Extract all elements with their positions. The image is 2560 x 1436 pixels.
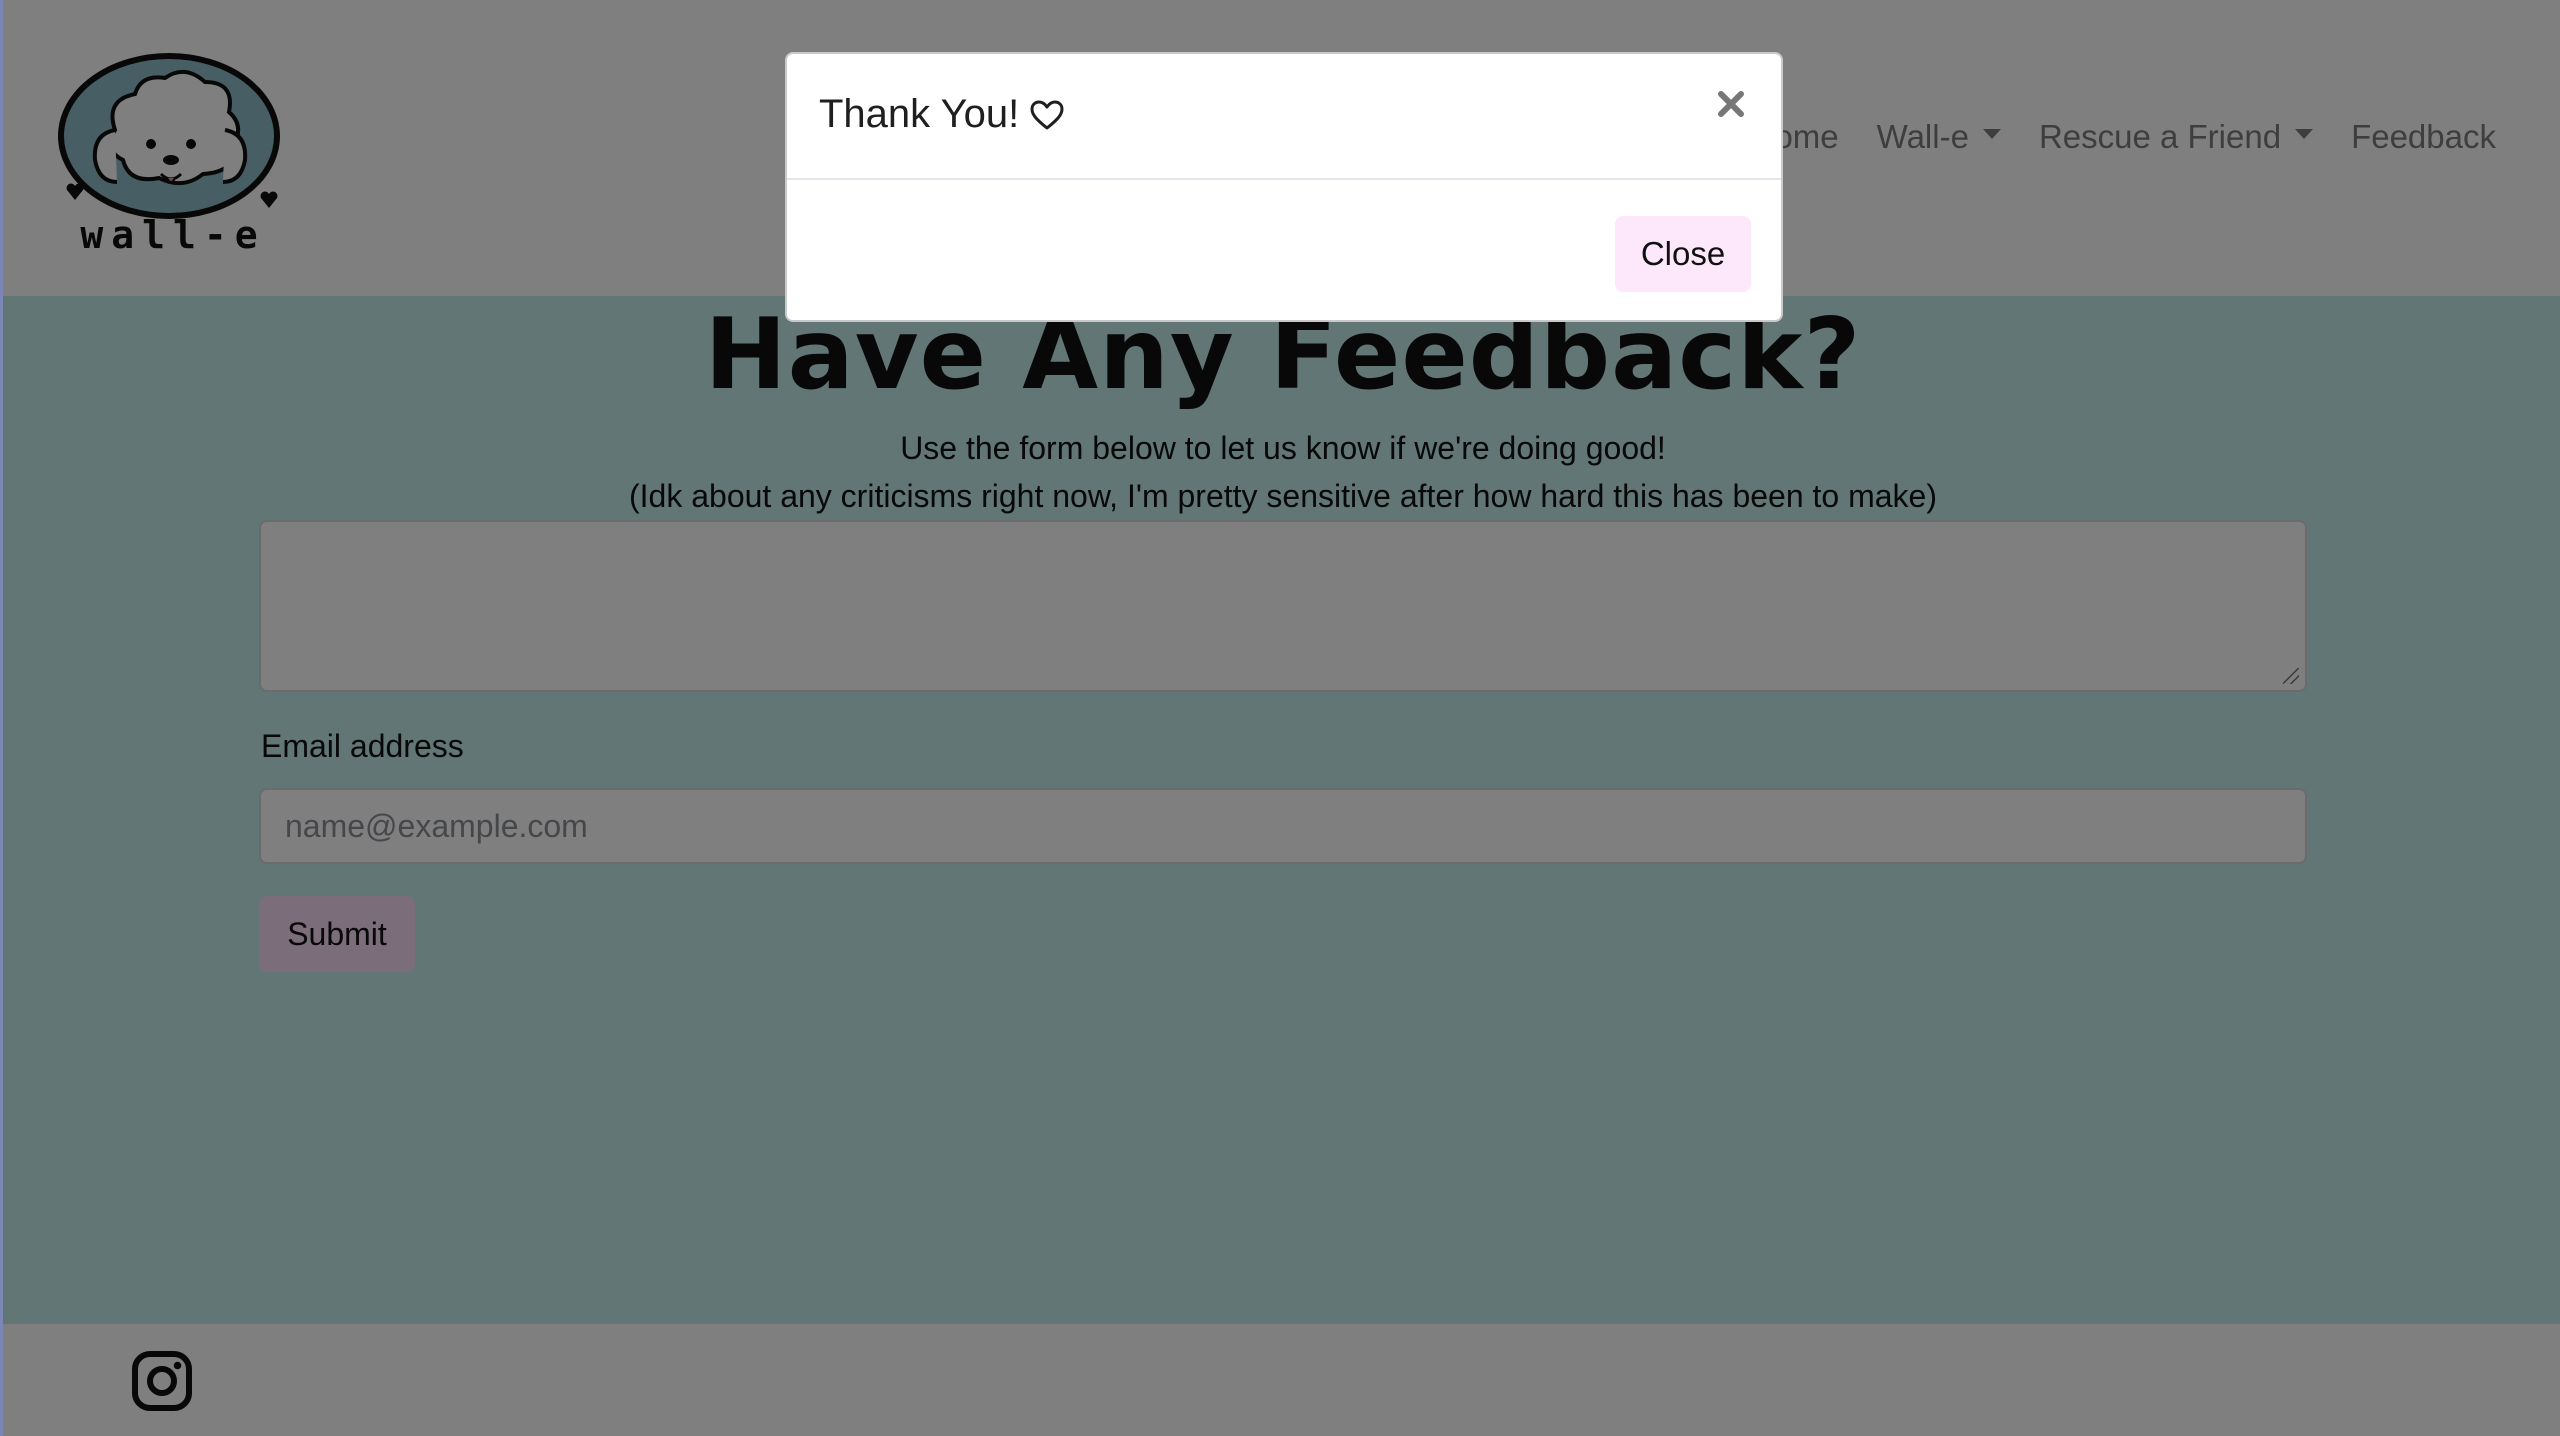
close-button[interactable]: Close	[1615, 216, 1751, 292]
page: wall-e Home Wall-e Rescue a Friend Feedb…	[0, 0, 2560, 1436]
modal-title: Thank You!	[819, 92, 1065, 137]
close-icon[interactable]	[1711, 84, 1751, 124]
thank-you-modal: Thank You! Close	[785, 52, 1783, 322]
modal-title-text: Thank You!	[819, 92, 1020, 136]
modal-header: Thank You!	[787, 54, 1781, 180]
heart-icon	[1030, 100, 1064, 129]
